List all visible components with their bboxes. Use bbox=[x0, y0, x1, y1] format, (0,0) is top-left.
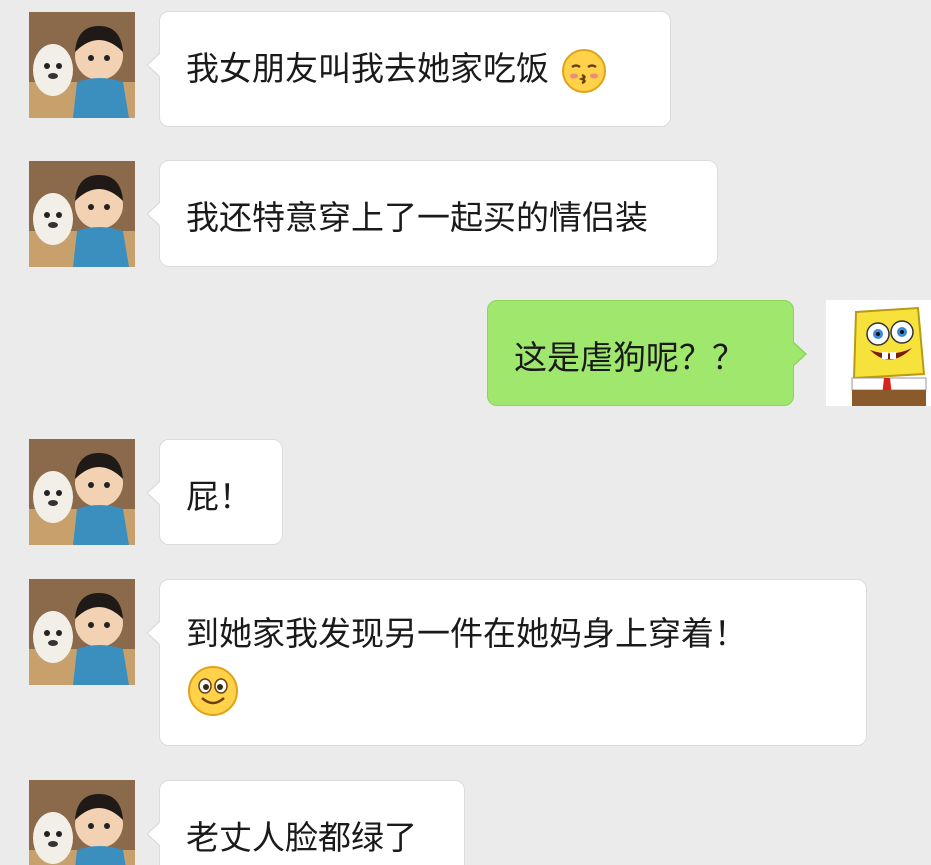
contact-avatar[interactable] bbox=[29, 439, 135, 545]
message-bubble[interactable]: 我还特意穿上了一起买的情侣装 bbox=[146, 160, 718, 267]
contact-avatar[interactable] bbox=[29, 161, 135, 267]
message-bubble[interactable]: 老丈人脸都绿了 bbox=[146, 780, 465, 865]
message-text: 这是虐狗呢？？ bbox=[514, 338, 745, 377]
message-bubble[interactable]: 屁！ bbox=[146, 439, 283, 545]
message-bubble[interactable]: 这是虐狗呢？？ bbox=[487, 300, 807, 406]
message-bubble[interactable]: 到她家我发现另一件在她妈身上穿着！ bbox=[146, 579, 867, 746]
message-text: 屁！ bbox=[186, 477, 252, 516]
user-avatar[interactable] bbox=[826, 300, 931, 406]
message-text: 我还特意穿上了一起买的情侣装 bbox=[186, 198, 648, 237]
message-text: 我女朋友叫我去她家吃饭 bbox=[186, 49, 549, 88]
smiling-face-icon bbox=[186, 664, 840, 718]
contact-avatar[interactable] bbox=[29, 780, 135, 865]
contact-avatar[interactable] bbox=[29, 579, 135, 685]
message-bubble[interactable]: 我女朋友叫我去她家吃饭 bbox=[146, 11, 671, 127]
contact-avatar[interactable] bbox=[29, 12, 135, 118]
message-text: 老丈人脸都绿了 bbox=[186, 818, 417, 857]
chat-area: 我女朋友叫我去她家吃饭 我还特意穿上了一起买的情侣装 这是虐狗呢？？ 屁！ 到她… bbox=[0, 0, 931, 865]
message-text: 到她家我发现另一件在她妈身上穿着！ bbox=[186, 614, 747, 653]
kissing-face-icon bbox=[560, 47, 608, 95]
